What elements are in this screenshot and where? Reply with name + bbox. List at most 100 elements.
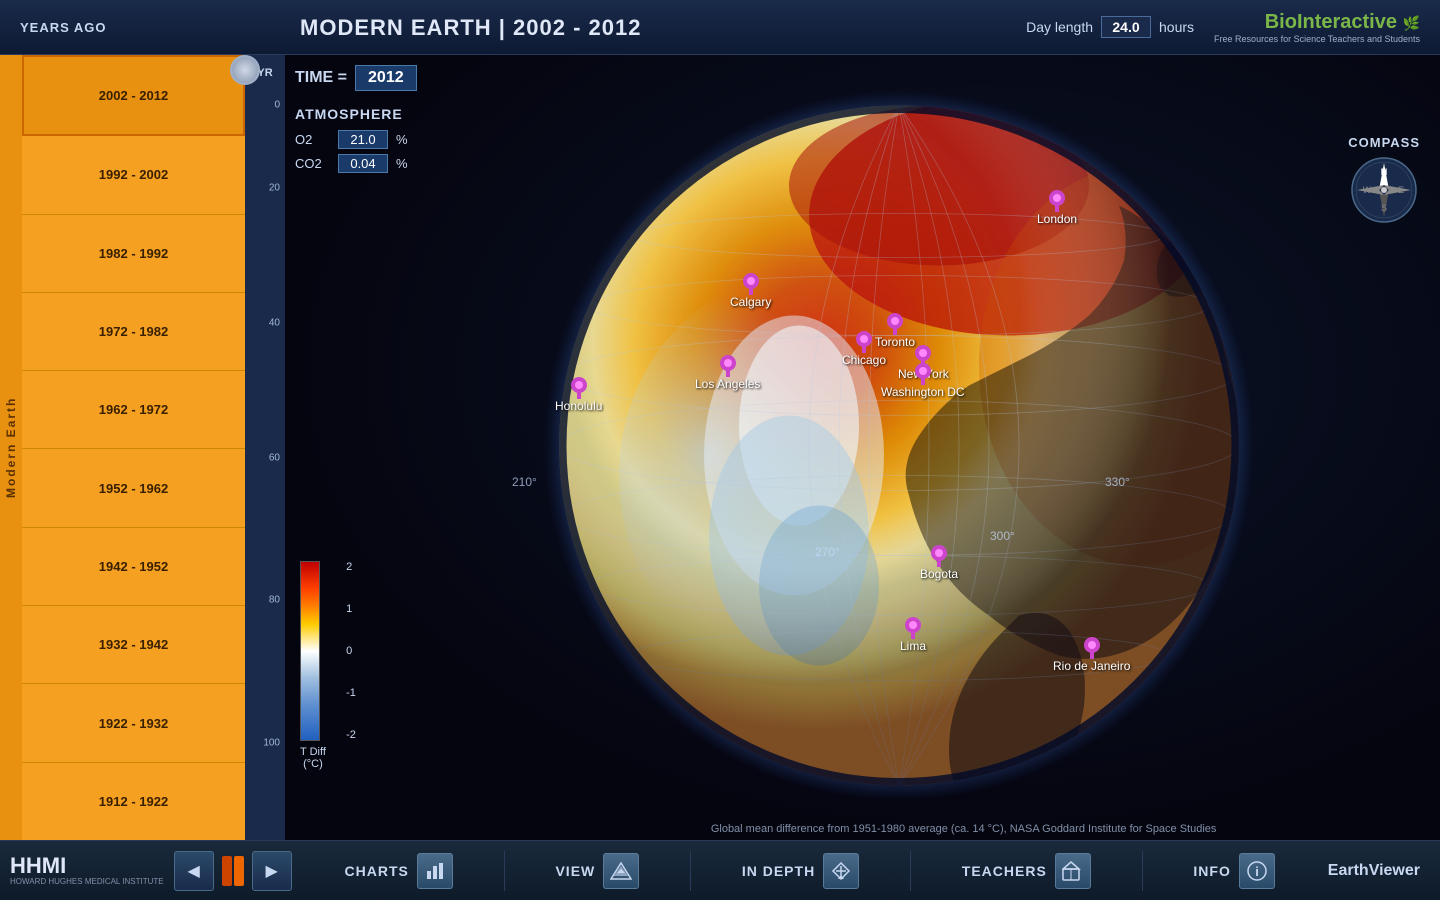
yr-tick-40: 40 <box>269 317 280 328</box>
teachers-item[interactable]: TEACHERS <box>947 848 1106 894</box>
timeline-item-1[interactable]: 1992 - 2002 <box>22 136 245 214</box>
info-icon: i <box>1239 853 1275 889</box>
view-label: VIEW <box>555 863 595 879</box>
city-losangeles-label: Los Angeles <box>695 377 760 391</box>
city-calgary-label: Calgary <box>730 295 771 309</box>
interactive-text: Interactive <box>1297 11 1397 33</box>
info-item[interactable]: INFO i <box>1178 848 1289 894</box>
hhmi-sub: HOWARD HUGHES MEDICAL INSTITUTE <box>10 877 164 886</box>
logo-subtitle: Free Resources for Science Teachers and … <box>1214 34 1420 44</box>
city-chicago[interactable]: Chicago <box>842 331 886 367</box>
header-right: Day length 24.0 hours BioInteractive 🌿 F… <box>1026 11 1420 44</box>
info-icon-svg: i <box>1247 861 1267 881</box>
atmosphere-title: ATMOSPHERE <box>295 106 417 122</box>
timeline-item-9[interactable]: 1912 - 1922 <box>22 763 245 840</box>
legend-val-neg1: -1 <box>346 687 356 699</box>
leaf-icon: 🌿 <box>1403 15 1420 31</box>
o2-label: O2 <box>295 132 330 147</box>
city-lima[interactable]: Lima <box>900 617 926 653</box>
charts-label: CHARTS <box>345 863 409 879</box>
yr-tick-60: 60 <box>269 452 280 463</box>
city-losangeles[interactable]: Los Angeles <box>695 355 760 391</box>
city-london[interactable]: London <box>1037 190 1077 226</box>
o2-row: O2 21.0 % <box>295 130 417 149</box>
timeline-items: 2002 - 2012 1992 - 2002 1982 - 1992 1972… <box>22 55 245 840</box>
citation-text: Global mean difference from 1951-1980 av… <box>711 823 1217 835</box>
atmosphere-section: ATMOSPHERE O2 21.0 % CO2 0.04 % <box>295 106 417 173</box>
view-icon-svg <box>610 862 632 880</box>
timeline-item-2[interactable]: 1982 - 1992 <box>22 215 245 293</box>
bottom-toolbar: HHMI HOWARD HUGHES MEDICAL INSTITUTE ◀ ▶… <box>0 840 1440 900</box>
sidebar-vertical-label: Modern Earth <box>0 55 22 840</box>
co2-value: 0.04 <box>338 154 388 173</box>
hhmi-logo: HHMI HOWARD HUGHES MEDICAL INSTITUTE <box>10 855 164 886</box>
hhmi-text: HHMI <box>10 855 164 877</box>
timeline-item-7[interactable]: 1932 - 1942 <box>22 606 245 684</box>
play-bar-1 <box>222 856 232 886</box>
svg-text:N: N <box>1381 167 1388 177</box>
svg-text:S: S <box>1381 203 1387 213</box>
charts-item[interactable]: CHARTS <box>330 848 468 894</box>
lon-270: 270° <box>815 545 840 559</box>
slider-handle[interactable] <box>230 55 260 85</box>
timeline-item-8[interactable]: 1922 - 1932 <box>22 684 245 762</box>
compass-rose-icon: N S E W <box>1349 155 1419 225</box>
city-lima-label: Lima <box>900 639 926 653</box>
svg-text:W: W <box>1363 185 1372 195</box>
globe-svg <box>539 85 1259 805</box>
timeline-item-0[interactable]: 2002 - 2012 <box>22 55 245 136</box>
left-sidebar: Modern Earth 2002 - 2012 1992 - 2002 198… <box>0 55 245 840</box>
indepth-item[interactable]: IN DEPTH <box>727 848 874 894</box>
indepth-icon <box>823 853 859 889</box>
teachers-label: TEACHERS <box>962 863 1047 879</box>
globe-wrapper <box>539 85 1259 810</box>
hours-label: hours <box>1159 19 1194 35</box>
timeline-item-5[interactable]: 1952 - 1962 <box>22 449 245 527</box>
teachers-icon-svg <box>1062 861 1084 881</box>
legend-title: T Diff (°C) <box>300 746 326 770</box>
indepth-icon-svg <box>831 861 851 881</box>
city-riodejaneiro-label: Rio de Janeiro <box>1053 659 1130 673</box>
legend-labels: 2 1 0 -1 -2 <box>346 561 356 741</box>
bio-text: Bio <box>1265 11 1297 33</box>
info-panel: TIME = 2012 ATMOSPHERE O2 21.0 % CO2 0.0… <box>295 65 417 178</box>
main-content: TIME = 2012 ATMOSPHERE O2 21.0 % CO2 0.0… <box>285 55 1440 840</box>
lon-330: 330° <box>1105 475 1130 489</box>
time-value: 2012 <box>355 65 417 91</box>
play-controls <box>222 856 244 886</box>
header-bar: YEARS AGO MODERN EARTH | 2002 - 2012 Day… <box>0 0 1440 55</box>
co2-row: CO2 0.04 % <box>295 154 417 173</box>
yr-tick-20: 20 <box>269 182 280 193</box>
lon-300: 300° <box>990 529 1015 543</box>
timeline-item-6[interactable]: 1942 - 1952 <box>22 528 245 606</box>
timeline-item-3[interactable]: 1972 - 1982 <box>22 293 245 371</box>
yr-tick-80: 80 <box>269 595 280 606</box>
city-riodejaneiro[interactable]: Rio de Janeiro <box>1053 637 1130 673</box>
compass-container: COMPASS N S E W <box>1348 135 1420 230</box>
city-washingtondc-label: Washington DC <box>881 385 965 399</box>
nav-forward-button[interactable]: ▶ <box>252 851 292 891</box>
years-ago-label: YEARS AGO <box>20 20 107 35</box>
day-length-label: Day length <box>1026 19 1093 35</box>
city-washingtondc[interactable]: Washington DC <box>881 363 965 399</box>
svg-text:i: i <box>1255 864 1259 879</box>
city-bogota[interactable]: Bogota <box>920 545 958 581</box>
legend-gradient <box>300 561 320 741</box>
city-honolulu-label: Honolulu <box>555 399 602 413</box>
time-label: TIME = <box>295 69 347 87</box>
header-left: YEARS AGO <box>20 20 107 35</box>
view-item[interactable]: VIEW <box>540 848 654 894</box>
legend-val-1: 1 <box>346 603 356 615</box>
compass-label: COMPASS <box>1348 135 1420 150</box>
timeline-item-4[interactable]: 1962 - 1972 <box>22 371 245 449</box>
logo-text: BioInteractive 🌿 <box>1214 11 1420 34</box>
color-legend: 2 1 0 -1 -2 T Diff (°C) <box>300 561 326 770</box>
day-length-container: Day length 24.0 hours <box>1026 16 1194 38</box>
city-calgary[interactable]: Calgary <box>730 273 771 309</box>
page-title: MODERN EARTH | 2002 - 2012 <box>300 15 641 41</box>
city-honolulu[interactable]: Honolulu <box>555 377 602 413</box>
lon-210: 210° <box>512 475 537 489</box>
play-bar-2 <box>234 856 244 886</box>
city-london-label: London <box>1037 212 1077 226</box>
nav-back-button[interactable]: ◀ <box>174 851 214 891</box>
